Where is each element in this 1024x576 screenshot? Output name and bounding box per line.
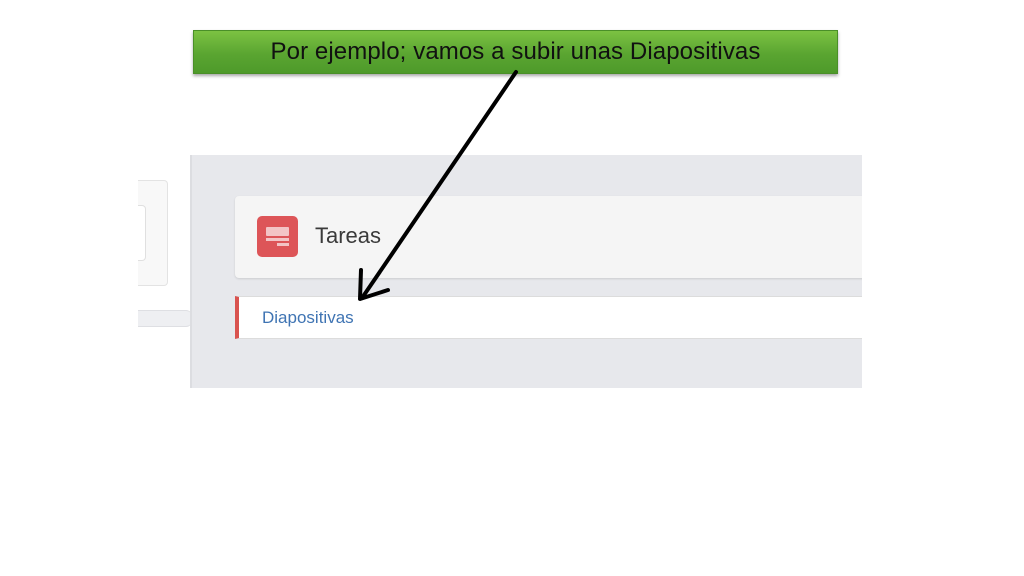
left-panel-box — [138, 205, 146, 261]
slide-canvas: Por ejemplo; vamos a subir unas Diaposit… — [0, 0, 1024, 576]
section-title: Tareas — [315, 223, 382, 248]
tasks-icon — [257, 216, 298, 257]
callout-banner: Por ejemplo; vamos a subir unas Diaposit… — [193, 30, 838, 74]
left-panel — [138, 180, 168, 286]
screenshot-excerpt: Tareas Diapositivas — [138, 155, 862, 388]
diapositivas-link[interactable]: Diapositivas — [262, 308, 354, 328]
resource-row[interactable]: Diapositivas — [235, 296, 862, 339]
left-connector-strip — [138, 310, 192, 327]
section-header-card: Tareas — [235, 196, 862, 278]
